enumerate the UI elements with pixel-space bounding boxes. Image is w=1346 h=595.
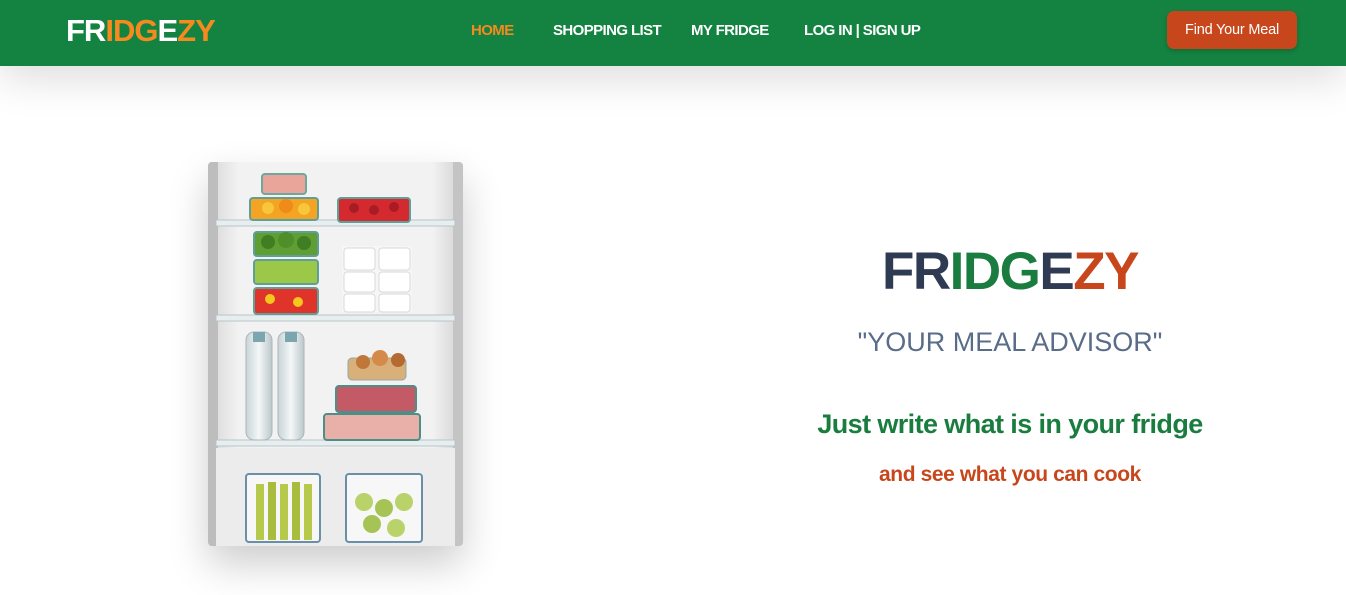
find-your-meal-button[interactable]: Find Your Meal	[1167, 11, 1297, 49]
hero-sub-tagline: and see what you can cook	[879, 463, 1141, 486]
hero-title-idg: IDG	[949, 242, 1041, 301]
nav-link-my-fridge[interactable]: MY FRIDGE	[691, 22, 769, 40]
hero-section: FRIDGEZY "YOUR MEAL ADVISOR" Just write …	[735, 240, 1285, 488]
hero-title-fr: FR	[882, 242, 951, 301]
fridge-image	[208, 162, 463, 546]
nav-menu: HOME SHOPPING LIST MY FRIDGE LOG IN | SI…	[0, 22, 1346, 42]
hero-tagline: Just write what is in your fridge	[817, 409, 1203, 439]
fridge-photo-icon	[208, 162, 463, 546]
nav-link-shopping-list[interactable]: SHOPPING LIST	[553, 22, 662, 40]
hero-title-zy: ZY	[1073, 242, 1139, 301]
hero-title-e: E	[1039, 242, 1074, 301]
nav-link-home[interactable]: HOME	[471, 22, 514, 40]
hero-title: FRIDGEZY	[735, 240, 1285, 304]
navbar: FRIDGEZY HOME SHOPPING LIST MY FRIDGE LO…	[0, 0, 1346, 66]
hero-subtitle: "YOUR MEAL ADVISOR"	[857, 327, 1163, 357]
nav-link-login-signup[interactable]: LOG IN | SIGN UP	[804, 22, 921, 40]
